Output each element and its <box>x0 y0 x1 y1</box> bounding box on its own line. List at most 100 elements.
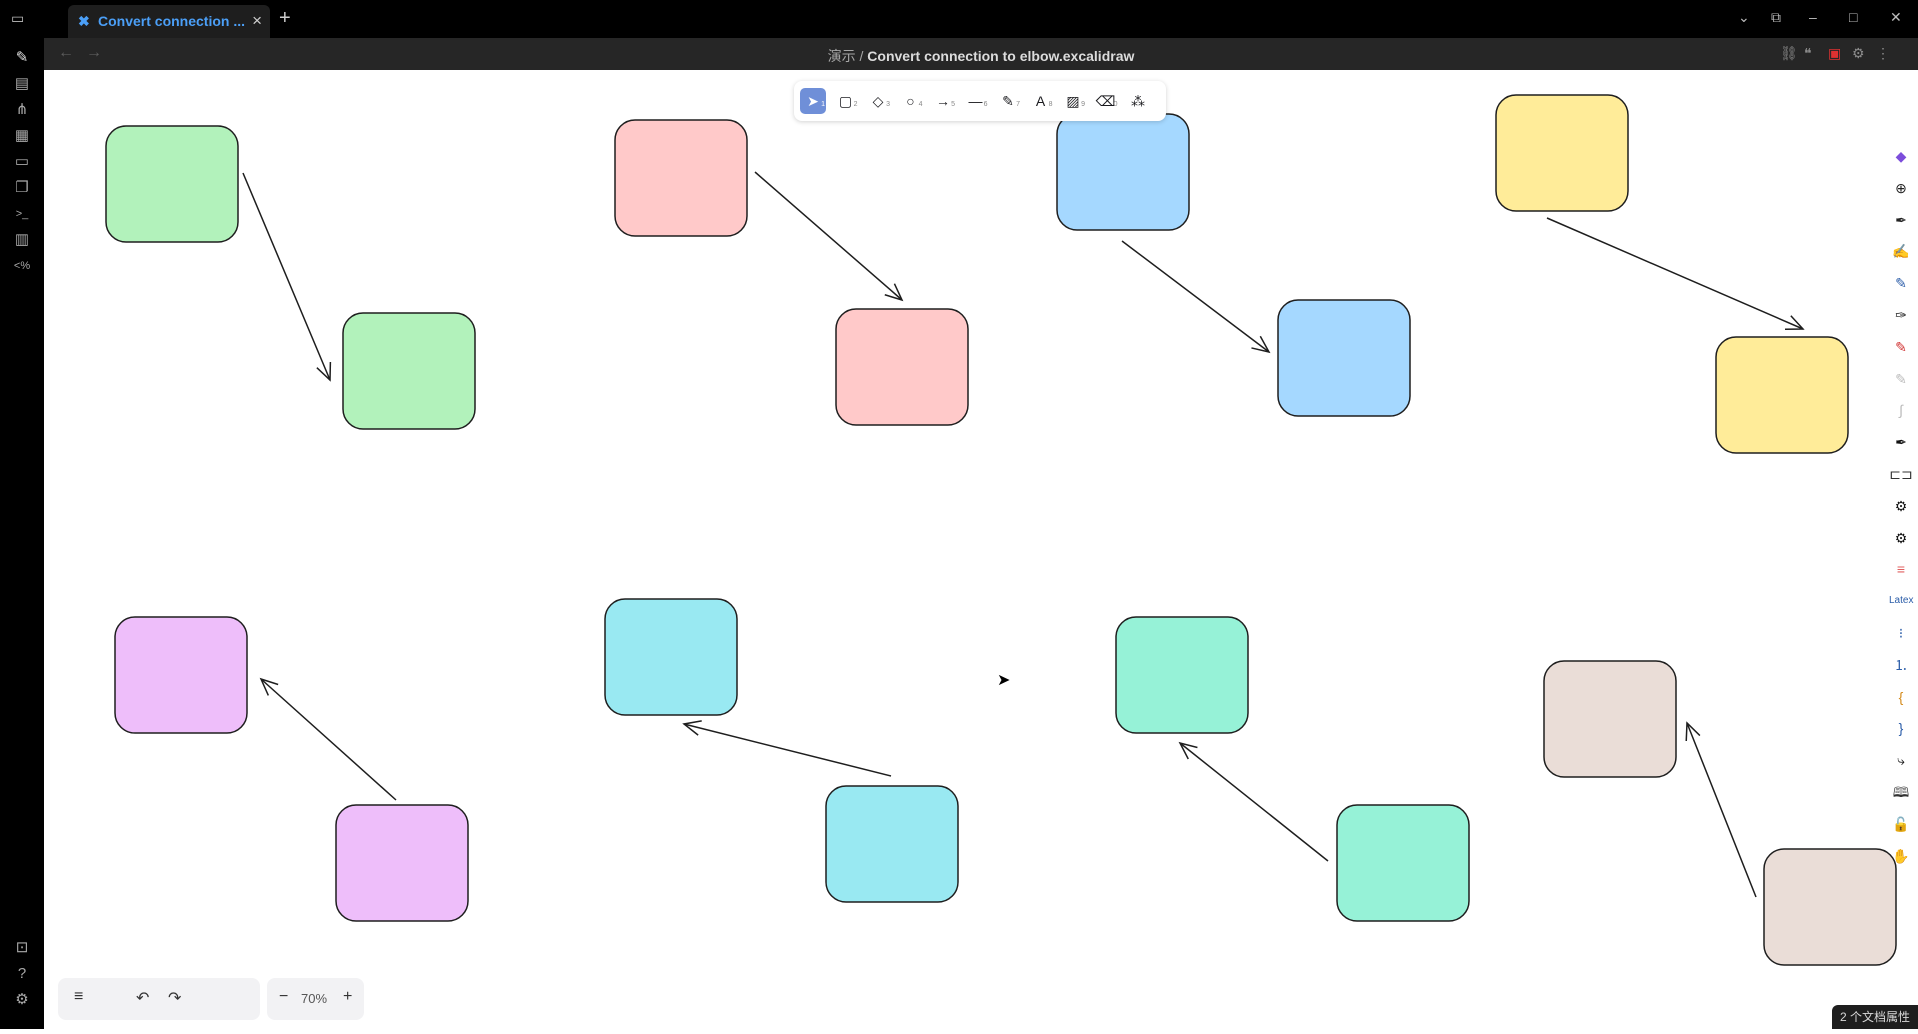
highlighter-icon[interactable]: ✍ <box>1889 240 1913 262</box>
code-icon[interactable]: <% <box>12 256 32 276</box>
connector-icon[interactable]: ⊏⊐ <box>1889 463 1913 485</box>
black-pen-icon[interactable]: ✒ <box>1889 431 1913 453</box>
image-tool[interactable]: ▨ 9 <box>1060 88 1086 114</box>
left-ribbon: ✎ ▤ ⋔ ▦ ▭ ❐ >_ ▥ <% ⊡? ⚙ <box>0 38 44 1029</box>
yellow-connector-arrow-shaft <box>1546 217 1804 330</box>
zoom-level[interactable]: 70% <box>301 991 327 1006</box>
book-icon[interactable]: 🕮 <box>1889 781 1913 803</box>
teal-rectangle-b[interactable] <box>1336 804 1470 922</box>
quote-icon[interactable]: ❝ <box>1804 45 1812 62</box>
status-bar-properties[interactable]: 2 个文档属性 <box>1832 1005 1918 1029</box>
draw-tool-shortcut: 7 <box>1016 101 1020 108</box>
blue-rectangle-a[interactable] <box>1056 113 1190 231</box>
close-window-button[interactable]: ✕ <box>1890 9 1902 26</box>
latex-label[interactable]: Latex <box>1889 590 1913 612</box>
color-lines-icon[interactable]: ≡ <box>1889 558 1913 580</box>
new-file-icon[interactable]: ⊕ <box>1889 177 1913 199</box>
split-view-icon[interactable]: ⧉ <box>1771 9 1781 26</box>
zoom-out-button[interactable]: − <box>279 988 288 1006</box>
ellipse-tool[interactable]: ○ 4 <box>898 88 924 114</box>
breadcrumb-folder[interactable]: 演示 <box>828 48 856 64</box>
red-connector-arrow[interactable] <box>754 171 904 302</box>
red-rectangle-b[interactable] <box>835 308 969 426</box>
copy-icon[interactable]: ❐ <box>12 178 32 198</box>
taupe-rectangle-a[interactable] <box>1543 660 1677 778</box>
line-tool[interactable]: —6 <box>963 88 989 114</box>
yellow-rectangle-a[interactable] <box>1495 94 1629 212</box>
elbow-connector-icon[interactable]: ⤷ <box>1889 749 1913 771</box>
gear-b-icon[interactable]: ⚙ <box>1889 527 1913 549</box>
vault-icon[interactable]: ⊡ <box>12 938 32 958</box>
cyan-rectangle-a[interactable] <box>604 598 738 716</box>
taupe-connector-arrow[interactable] <box>1685 721 1757 898</box>
teal-connector-arrow[interactable] <box>1178 741 1329 862</box>
drawing-scene[interactable] <box>44 70 1918 1029</box>
title-bar: ▭ ✖ Convert connection ... × + ⌄ ⧉ – □ ✕ <box>0 0 1918 38</box>
more-shapes-tool[interactable]: ⁂ <box>1125 88 1151 114</box>
pencil-light-icon[interactable]: ✎ <box>1889 368 1913 390</box>
marker-icon[interactable]: ✎ <box>1889 272 1913 294</box>
gear-a-icon[interactable]: ⚙ <box>1889 495 1913 517</box>
purple-connector-arrow[interactable] <box>259 677 397 801</box>
brace-right-icon[interactable]: } <box>1889 717 1913 739</box>
help-icon[interactable]: ? <box>12 964 32 984</box>
excalidraw-canvas[interactable] <box>44 70 1918 1029</box>
green-connector-arrow[interactable] <box>242 172 332 382</box>
pen-icon[interactable]: ✒ <box>1889 209 1913 231</box>
draw-tool[interactable]: ✎ 7 <box>995 88 1021 114</box>
teal-rectangle-a[interactable] <box>1115 616 1249 734</box>
blue-rectangle-b[interactable] <box>1277 299 1411 417</box>
lock-icon[interactable]: 🔓 <box>1889 813 1913 835</box>
zoom-in-button[interactable]: + <box>343 988 352 1006</box>
text-tool[interactable]: A8 <box>1028 88 1054 114</box>
hamburger-menu-icon[interactable]: ≡ <box>74 988 83 1006</box>
numbered-list-icon[interactable]: ⒈ <box>1889 654 1913 676</box>
link-icon[interactable]: ⛓ <box>1780 45 1798 62</box>
save-icon[interactable]: ▣ <box>1828 45 1841 62</box>
cyan-rectangle-b[interactable] <box>825 785 959 903</box>
selection-tool[interactable]: ➤ 1 <box>800 88 826 114</box>
files-icon[interactable]: ▤ <box>12 74 32 94</box>
breadcrumb-file[interactable]: Convert connection to elbow.excalidraw <box>867 48 1134 64</box>
calendar-icon[interactable]: ▭ <box>12 152 32 172</box>
redo-button[interactable]: ↷ <box>168 988 181 1008</box>
fountain-pen-icon[interactable]: ✑ <box>1889 304 1913 326</box>
bullet-list-icon[interactable]: ⁝ <box>1889 622 1913 644</box>
graph-icon[interactable]: ⋔ <box>12 100 32 120</box>
taupe-rectangle-b[interactable] <box>1763 848 1897 966</box>
yellow-connector-arrow[interactable] <box>1546 217 1805 330</box>
sidebar-toggle-icon[interactable]: ▭ <box>11 10 24 27</box>
yellow-rectangle-b[interactable] <box>1715 336 1849 454</box>
eraser-tool[interactable]: ⌫ 0 <box>1093 88 1119 114</box>
chevron-down-icon[interactable]: ⌄ <box>1738 9 1750 26</box>
cyan-connector-arrow[interactable] <box>682 720 892 777</box>
more-vertical-icon[interactable]: ⋮ <box>1876 45 1890 62</box>
gear-icon[interactable]: ⚙ <box>1852 45 1865 62</box>
excalidraw-icon[interactable]: ✎ <box>12 48 32 68</box>
new-tab-button[interactable]: + <box>279 7 291 30</box>
red-rectangle-a[interactable] <box>614 119 748 237</box>
brace-left-icon[interactable]: { <box>1889 686 1913 708</box>
close-tab-icon[interactable]: × <box>252 11 262 31</box>
minimize-button[interactable]: – <box>1809 9 1817 25</box>
green-rectangle-a[interactable] <box>105 125 239 243</box>
hand-icon[interactable]: ✋ <box>1889 845 1913 867</box>
arrow-tool[interactable]: → 5 <box>930 88 956 114</box>
squiggle-icon[interactable]: ∫ <box>1889 399 1913 421</box>
green-rectangle-b[interactable] <box>342 312 476 430</box>
maximize-button[interactable]: □ <box>1849 9 1857 25</box>
purple-rectangle-a[interactable] <box>114 616 248 734</box>
blue-connector-arrow[interactable] <box>1121 240 1271 354</box>
settings-icon[interactable]: ⚙ <box>12 990 32 1010</box>
grid-icon[interactable]: ▦ <box>12 126 32 146</box>
tab-convert-connection[interactable]: ✖ Convert connection ... × <box>68 5 270 38</box>
rectangle-tool[interactable]: ▢ 2 <box>833 88 859 114</box>
purple-rectangle-b[interactable] <box>335 804 469 922</box>
terminal-icon[interactable]: >_ <box>12 204 32 224</box>
diamond-tool[interactable]: ◇ 3 <box>865 88 891 114</box>
red-pen-icon[interactable]: ✎ <box>1889 336 1913 358</box>
green-connector-arrow-shaft <box>242 172 331 381</box>
obsidian-icon[interactable]: ◆ <box>1889 145 1913 167</box>
template-icon[interactable]: ▥ <box>12 230 32 250</box>
undo-button[interactable]: ↶ <box>136 988 149 1008</box>
